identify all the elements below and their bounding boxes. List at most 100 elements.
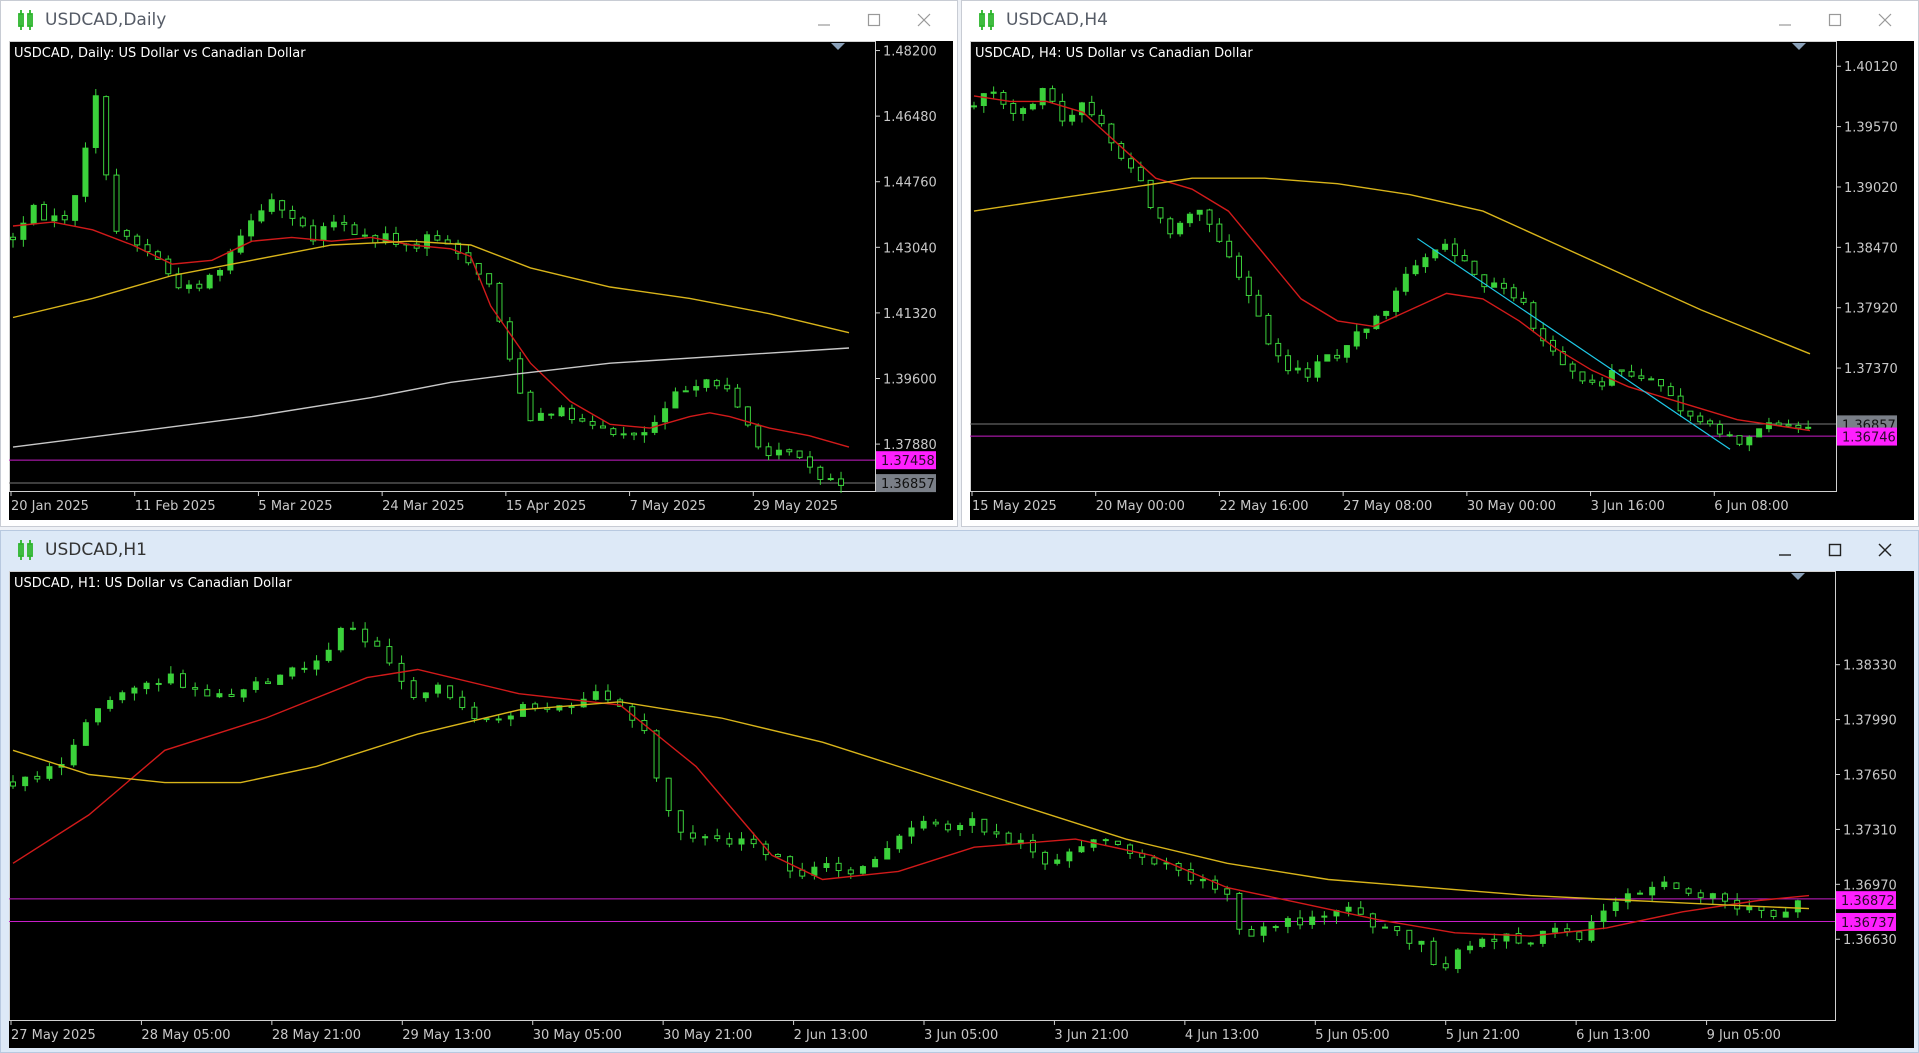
candle-body: [589, 421, 596, 426]
candle-body: [775, 449, 782, 456]
candle-body: [1709, 893, 1716, 899]
close-button[interactable]: [1860, 531, 1910, 569]
candle-body: [1059, 100, 1066, 122]
x-tick-label: 2 Jun 13:00: [794, 1028, 868, 1043]
candle-body: [1314, 361, 1321, 378]
candle-body: [301, 667, 308, 670]
candle-body: [672, 391, 679, 409]
x-tick-label: 30 May 21:00: [663, 1028, 752, 1043]
minimize-button[interactable]: [1760, 531, 1810, 569]
x-tick-label: 4 Jun 13:00: [1185, 1028, 1259, 1043]
candle-body: [217, 269, 224, 276]
candle-body: [459, 696, 466, 709]
candle-body: [1726, 434, 1733, 437]
candle-body: [131, 687, 138, 694]
ma_fast-line: [12, 221, 850, 448]
candle-body: [1177, 222, 1184, 235]
maximize-button[interactable]: [1810, 531, 1860, 569]
candle-body: [677, 810, 684, 833]
candle-body: [1088, 101, 1095, 116]
candle-body: [971, 105, 977, 108]
candle-body: [123, 230, 130, 237]
candle-body: [206, 274, 213, 289]
candle-body: [1638, 375, 1645, 379]
y-tick-label: 1.43040: [883, 241, 937, 256]
candle-body: [1782, 911, 1789, 918]
ma_fast-line: [973, 95, 1811, 432]
candle-body: [1039, 88, 1046, 106]
candle-body: [1795, 424, 1802, 429]
maximize-button[interactable]: [1810, 1, 1860, 39]
chart-window-h1[interactable]: USDCAD,H1 USDCAD, H1: US Dollar vs Canad…: [0, 530, 1919, 1053]
candle-body: [82, 722, 89, 746]
candlestick-icon: [18, 10, 33, 30]
candle-body: [1357, 907, 1364, 915]
candle-body: [1527, 942, 1534, 945]
title-bar[interactable]: USDCAD,H1: [1, 531, 1918, 569]
y-tick-label: 1.41320: [883, 307, 937, 322]
chart-canvas-h4[interactable]: USDCAD, H4: US Dollar vs Canadian Dollar…: [970, 41, 1914, 520]
candle-body: [662, 408, 669, 423]
candle-body: [755, 425, 762, 448]
chart-svg[interactable]: USDCAD, H4: US Dollar vs Canadian Dollar…: [970, 41, 1914, 520]
candle-body: [1353, 331, 1360, 347]
candle-body: [1707, 420, 1714, 425]
x-tick-label: 28 May 21:00: [272, 1028, 361, 1043]
x-tick-label: 30 May 05:00: [533, 1028, 622, 1043]
title-bar[interactable]: USDCAD,H4: [962, 1, 1918, 39]
chart-svg[interactable]: USDCAD, H1: US Dollar vs Canadian Dollar…: [9, 571, 1914, 1048]
candle-body: [447, 685, 454, 699]
candle-body: [847, 869, 854, 875]
minimize-button[interactable]: [799, 1, 849, 39]
window-title: USDCAD,H4: [1006, 10, 1108, 30]
candle-body: [884, 848, 891, 860]
candle-body: [908, 827, 915, 837]
y-tick-label: 1.39020: [1844, 181, 1898, 196]
price-badge-label: 1.36872: [1841, 894, 1895, 909]
candle-body: [1402, 273, 1409, 292]
candle-body: [713, 380, 720, 387]
candle-body: [993, 831, 1000, 835]
candle-body: [774, 853, 781, 858]
candle-body: [374, 640, 381, 647]
candle-body: [61, 214, 68, 221]
candle-body: [1422, 257, 1429, 268]
candle-body: [1235, 255, 1242, 278]
trendline: [1417, 238, 1731, 450]
chart-canvas-h1[interactable]: USDCAD, H1: US Dollar vs Canadian Dollar…: [9, 571, 1914, 1048]
candle-body: [10, 236, 16, 241]
x-tick-label: 27 May 08:00: [1343, 499, 1432, 514]
y-tick-label: 1.46480: [883, 110, 937, 125]
close-icon: [1878, 543, 1892, 557]
maximize-button[interactable]: [849, 1, 899, 39]
chart-window-h4[interactable]: USDCAD,H4 USDCAD, H4: US Dollar vs Canad…: [961, 0, 1919, 527]
chart-window-daily[interactable]: USDCAD,Daily USDCAD, Daily: US Dollar vs…: [0, 0, 958, 527]
candle-body: [1137, 166, 1144, 182]
candle-body: [119, 692, 126, 701]
chart-svg[interactable]: USDCAD, Daily: US Dollar vs Canadian Dol…: [9, 41, 953, 520]
y-tick-label: 1.40120: [1844, 60, 1898, 75]
chart-canvas-daily[interactable]: USDCAD, Daily: US Dollar vs Canadian Dol…: [9, 41, 953, 520]
candle-body: [689, 832, 696, 839]
candle-body: [506, 321, 513, 360]
candle-body: [268, 199, 275, 212]
candle-body: [289, 667, 296, 677]
title-bar[interactable]: USDCAD,Daily: [1, 1, 957, 39]
candle-body: [1648, 378, 1655, 381]
minimize-button[interactable]: [1760, 1, 1810, 39]
candle-body: [1734, 899, 1741, 910]
candle-body: [1275, 342, 1282, 357]
candle-body: [1491, 282, 1498, 288]
candle-body: [823, 863, 830, 869]
candle-body: [872, 858, 879, 868]
candle-body: [1649, 886, 1656, 896]
candle-body: [1579, 371, 1586, 382]
x-tick-label: 9 Jun 05:00: [1707, 1028, 1781, 1043]
close-button[interactable]: [899, 1, 949, 39]
x-tick-label: 15 Apr 2025: [506, 499, 586, 514]
candle-body: [592, 691, 599, 700]
candle-body: [258, 210, 265, 222]
candle-body: [1697, 415, 1704, 423]
close-button[interactable]: [1860, 1, 1910, 39]
candle-body: [252, 681, 259, 690]
